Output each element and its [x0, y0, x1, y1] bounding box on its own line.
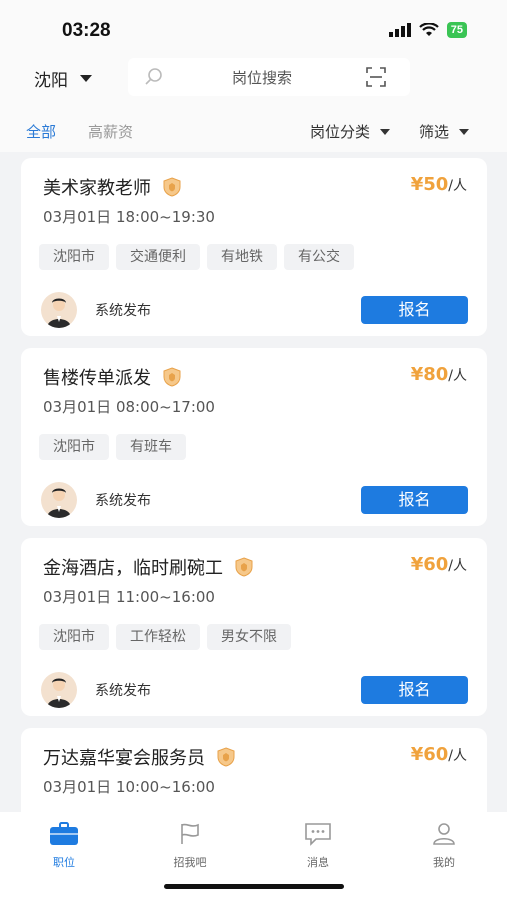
- battery-icon: 75: [446, 22, 467, 38]
- job-tag: 有公交: [284, 244, 354, 270]
- tab-label: 我的: [433, 856, 455, 869]
- tab-high-pay[interactable]: 高薪资: [88, 121, 133, 142]
- price-unit: /人: [448, 558, 467, 574]
- scan-icon[interactable]: [366, 67, 386, 87]
- job-time: 03月01日 18:00~19:30: [43, 208, 215, 226]
- verified-badge-icon: [217, 747, 235, 767]
- search-input[interactable]: 岗位搜索: [128, 58, 410, 96]
- job-title: 售楼传单派发: [43, 364, 181, 390]
- job-tag: 有班车: [116, 434, 186, 460]
- publisher-label: 系统发布: [95, 683, 151, 699]
- job-price: ¥60/人: [411, 554, 467, 575]
- tab-messages[interactable]: 消息: [278, 822, 358, 870]
- job-card[interactable]: 万达嘉华宴会服务员 ¥60/人 03月01日 10:00~16:00: [21, 728, 487, 812]
- status-icons: 75: [388, 22, 467, 38]
- chevron-down-icon: [459, 128, 470, 135]
- job-tag: 工作轻松: [116, 624, 200, 650]
- job-card[interactable]: 售楼传单派发 ¥80/人 03月01日 08:00~17:00 沈阳市 有班车 …: [21, 348, 487, 526]
- verified-badge-icon: [163, 177, 181, 197]
- filter-dropdown[interactable]: 筛选: [419, 121, 470, 142]
- job-title-text: 金海酒店，临时刷碗工: [43, 558, 223, 579]
- user-icon: [433, 823, 455, 845]
- category-dropdown[interactable]: 岗位分类: [310, 121, 391, 142]
- filter-bar: 全部 高薪资 岗位分类 筛选: [0, 108, 507, 152]
- message-icon: [305, 823, 331, 846]
- avatar: [41, 672, 77, 708]
- job-title-text: 美术家教老师: [43, 178, 151, 199]
- job-title-text: 万达嘉华宴会服务员: [43, 748, 205, 769]
- job-title: 美术家教老师: [43, 174, 181, 200]
- tab-all[interactable]: 全部: [26, 121, 56, 142]
- price-unit: /人: [448, 178, 467, 194]
- tab-recruit[interactable]: 招我吧: [150, 822, 230, 870]
- tab-profile[interactable]: 我的: [404, 822, 484, 870]
- tab-label: 招我吧: [173, 856, 207, 869]
- job-title: 金海酒店，临时刷碗工: [43, 554, 253, 580]
- tab-label: 职位: [53, 856, 75, 869]
- publisher-label: 系统发布: [95, 493, 151, 509]
- verified-badge-icon: [235, 557, 253, 577]
- job-time: 03月01日 10:00~16:00: [43, 778, 215, 796]
- search-icon: [145, 68, 162, 85]
- job-tag: 男女不限: [207, 624, 291, 650]
- city-selector[interactable]: 沈阳: [34, 66, 92, 91]
- job-card[interactable]: 金海酒店，临时刷碗工 ¥60/人 03月01日 11:00~16:00 沈阳市 …: [21, 538, 487, 716]
- tab-label: 消息: [307, 856, 329, 869]
- job-tags: 沈阳市 交通便利 有地铁 有公交: [39, 244, 354, 270]
- chevron-down-icon: [80, 75, 92, 82]
- status-bar: 03:28 75: [0, 0, 507, 58]
- tab-jobs[interactable]: 职位: [24, 822, 104, 870]
- job-time: 03月01日 08:00~17:00: [43, 398, 215, 416]
- job-tag: 沈阳市: [39, 624, 109, 650]
- avatar: [41, 482, 77, 518]
- job-tags: 沈阳市 有班车: [39, 434, 186, 460]
- briefcase-icon: [50, 822, 78, 845]
- apply-button[interactable]: 报名: [361, 676, 468, 704]
- publisher-label: 系统发布: [95, 303, 151, 319]
- price-value: ¥60: [410, 744, 449, 765]
- job-title-text: 售楼传单派发: [43, 368, 151, 389]
- apply-button[interactable]: 报名: [361, 486, 468, 514]
- wifi-icon: [418, 23, 439, 36]
- job-tag: 有地铁: [207, 244, 277, 270]
- verified-badge-icon: [163, 367, 181, 387]
- top-bar: 沈阳 岗位搜索: [0, 58, 507, 108]
- apply-button[interactable]: 报名: [361, 296, 468, 324]
- city-label: 沈阳: [34, 71, 68, 91]
- price-unit: /人: [448, 748, 467, 764]
- price-value: ¥50: [410, 174, 449, 195]
- price-unit: /人: [448, 368, 467, 384]
- flag-icon: [181, 823, 199, 844]
- price-value: ¥80: [410, 364, 449, 385]
- job-card[interactable]: 美术家教老师 ¥50/人 03月01日 18:00~19:30 沈阳市 交通便利…: [21, 158, 487, 336]
- home-indicator: [164, 884, 344, 889]
- signal-icon: [388, 23, 411, 37]
- job-tags: 沈阳市 工作轻松 男女不限: [39, 624, 291, 650]
- category-label: 岗位分类: [310, 123, 371, 141]
- job-title: 万达嘉华宴会服务员: [43, 744, 235, 770]
- search-placeholder: 岗位搜索: [232, 69, 293, 87]
- job-price: ¥60/人: [411, 744, 467, 765]
- status-time: 03:28: [62, 20, 111, 41]
- job-tag: 沈阳市: [39, 434, 109, 460]
- job-price: ¥50/人: [411, 174, 467, 195]
- filter-label: 筛选: [419, 123, 450, 141]
- avatar: [41, 292, 77, 328]
- job-price: ¥80/人: [411, 364, 467, 385]
- price-value: ¥60: [410, 554, 449, 575]
- job-time: 03月01日 11:00~16:00: [43, 588, 215, 606]
- chevron-down-icon: [380, 128, 391, 135]
- job-tag: 交通便利: [116, 244, 200, 270]
- job-tag: 沈阳市: [39, 244, 109, 270]
